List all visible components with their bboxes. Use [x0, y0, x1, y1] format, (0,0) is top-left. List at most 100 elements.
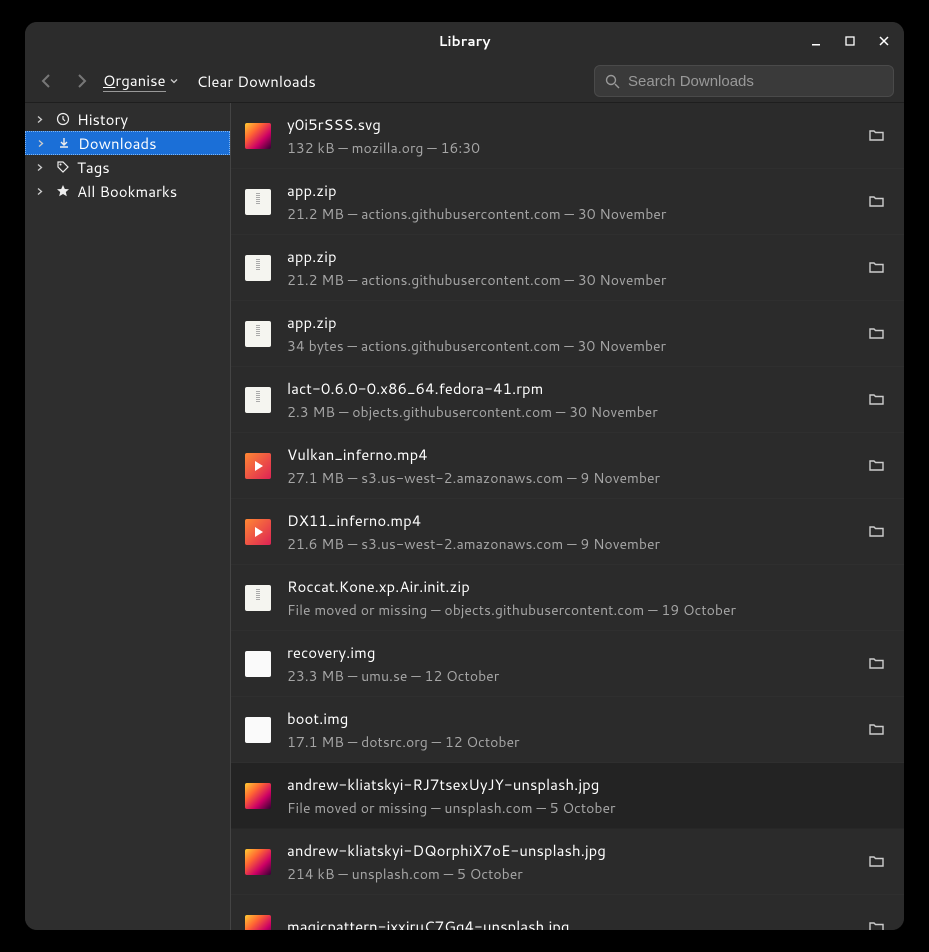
download-meta: recovery.img 23.3 MB — umu.se — 12 Octobe…	[287, 642, 850, 686]
maximize-button[interactable]	[840, 31, 860, 51]
download-meta: app.zip 21.2 MB — actions.githubuserconte…	[287, 180, 850, 224]
open-folder-button[interactable]	[866, 324, 886, 344]
download-subtext: 21.2 MB — actions.githubusercontent.com …	[287, 204, 850, 224]
download-row[interactable]: boot.img 17.1 MB — dotsrc.org — 12 Octobe…	[231, 697, 904, 763]
sidebar-item-label: Downloads	[78, 133, 157, 154]
download-filename: app.zip	[287, 312, 850, 333]
open-folder-button[interactable]	[866, 720, 886, 740]
download-subtext: 23.3 MB — umu.se — 12 October	[287, 666, 850, 686]
download-subtext: 214 kB — unsplash.com — 5 October	[287, 864, 850, 884]
download-subtext: 21.2 MB — actions.githubusercontent.com …	[287, 270, 850, 290]
clear-downloads-button[interactable]: Clear Downloads	[197, 71, 316, 92]
open-folder-button[interactable]	[866, 390, 886, 410]
download-meta: DX11_inferno.mp421.6 MB — s3.us-west-2.a…	[287, 510, 850, 554]
organise-label: Organise	[103, 70, 166, 92]
download-subtext: 17.1 MB — dotsrc.org — 12 October	[287, 732, 850, 752]
minimize-button[interactable]	[806, 31, 826, 51]
close-button[interactable]	[874, 31, 894, 51]
titlebar: Library	[25, 22, 904, 60]
download-subtext: File moved or missing — objects.githubus…	[287, 600, 850, 620]
download-subtext: 132 kB — mozilla.org — 16:30	[287, 138, 850, 158]
download-meta: andrew-kliatskyi-DQorphiX7oE-unsplash.jp…	[287, 840, 850, 884]
open-folder-placeholder	[866, 786, 886, 806]
download-meta: app.zip 21.2 MB — actions.githubuserconte…	[287, 246, 850, 290]
download-row[interactable]: recovery.img 23.3 MB — umu.se — 12 Octobe…	[231, 631, 904, 697]
open-folder-button[interactable]	[866, 192, 886, 212]
file-thumbnail	[245, 321, 271, 347]
open-folder-button[interactable]	[866, 918, 886, 931]
download-row[interactable]: y0i5rSSS.svg 132 kB — mozilla.org — 16:30	[231, 103, 904, 169]
download-filename: boot.img	[287, 708, 850, 729]
chevron-right-icon[interactable]	[35, 187, 44, 196]
file-thumbnail	[245, 255, 271, 281]
file-thumbnail	[245, 123, 271, 149]
download-subtext: 21.6 MB — s3.us-west-2.amazonaws.com — 9…	[287, 534, 850, 554]
tag-icon	[55, 160, 71, 174]
chevron-right-icon[interactable]	[35, 115, 44, 124]
file-thumbnail	[245, 915, 271, 931]
open-folder-button[interactable]	[866, 852, 886, 872]
download-filename: y0i5rSSS.svg	[287, 114, 850, 135]
download-row[interactable]: magicpattern-ixxjruC7Gg4-unsplash.jpg	[231, 895, 904, 930]
download-meta: Vulkan_inferno.mp4 27.1 MB — s3.us-west-2…	[287, 444, 850, 488]
search-icon	[605, 74, 620, 89]
sidebar-item-history[interactable]: History	[25, 107, 230, 131]
open-folder-button[interactable]	[866, 126, 886, 146]
download-filename: app.zip	[287, 180, 850, 201]
downloads-list[interactable]: y0i5rSSS.svg 132 kB — mozilla.org — 16:30…	[231, 103, 904, 930]
download-meta: magicpattern-ixxjruC7Gg4-unsplash.jpg	[287, 916, 850, 931]
organise-menu[interactable]: Organise	[103, 70, 179, 92]
download-filename: andrew-kliatskyi-RJ7tsexUyJY-unsplash.jp…	[287, 774, 850, 795]
back-button[interactable]	[35, 69, 59, 93]
star-icon	[55, 184, 71, 198]
file-thumbnail	[245, 453, 271, 479]
download-subtext: 2.3 MB — objects.githubusercontent.com —…	[287, 402, 850, 422]
body: HistoryDownloads Tags All Bookmarks y0i5rS…	[25, 102, 904, 930]
chevron-right-icon[interactable]	[35, 163, 44, 172]
library-window: Library Organise Clear Downloads	[25, 22, 904, 930]
open-folder-button[interactable]	[866, 258, 886, 278]
sidebar: HistoryDownloads Tags All Bookmarks	[25, 103, 231, 930]
download-meta: boot.img 17.1 MB — dotsrc.org — 12 Octobe…	[287, 708, 850, 752]
chevron-right-icon[interactable]	[36, 139, 45, 148]
download-meta: app.zip 34 bytes — actions.githubusercont…	[287, 312, 850, 356]
window-controls	[806, 31, 894, 51]
chevron-down-icon	[169, 76, 179, 86]
open-folder-button[interactable]	[866, 456, 886, 476]
search-box[interactable]	[594, 65, 894, 97]
download-row[interactable]: app.zip 34 bytes — actions.githubusercont…	[231, 301, 904, 367]
sidebar-item-downloads[interactable]: Downloads	[25, 131, 230, 155]
download-row[interactable]: DX11_inferno.mp421.6 MB — s3.us-west-2.a…	[231, 499, 904, 565]
download-subtext: 27.1 MB — s3.us-west-2.amazonaws.com — 9…	[287, 468, 850, 488]
forward-button[interactable]	[69, 69, 93, 93]
open-folder-button[interactable]	[866, 522, 886, 542]
download-filename: Vulkan_inferno.mp4	[287, 444, 850, 465]
download-row[interactable]: app.zip 21.2 MB — actions.githubuserconte…	[231, 169, 904, 235]
toolbar: Organise Clear Downloads	[25, 60, 904, 102]
download-row[interactable]: andrew-kliatskyi-DQorphiX7oE-unsplash.jp…	[231, 829, 904, 895]
sidebar-item-label: Tags	[77, 157, 110, 178]
download-filename: recovery.img	[287, 642, 850, 663]
sidebar-item-label: All Bookmarks	[77, 181, 177, 202]
file-thumbnail	[245, 651, 271, 677]
file-thumbnail	[245, 519, 271, 545]
file-thumbnail	[245, 783, 271, 809]
download-row[interactable]: Vulkan_inferno.mp4 27.1 MB — s3.us-west-2…	[231, 433, 904, 499]
search-input[interactable]	[628, 73, 883, 90]
download-subtext: 34 bytes — actions.githubusercontent.com…	[287, 336, 850, 356]
download-filename: app.zip	[287, 246, 850, 267]
download-subtext: File moved or missing — unsplash.com — 5…	[287, 798, 850, 818]
download-filename: lact-0.6.0-0.x86_64.fedora-41.rpm	[287, 378, 850, 399]
file-thumbnail	[245, 849, 271, 875]
download-meta: y0i5rSSS.svg 132 kB — mozilla.org — 16:30	[287, 114, 850, 158]
download-filename: andrew-kliatskyi-DQorphiX7oE-unsplash.jp…	[287, 840, 850, 861]
file-thumbnail	[245, 717, 271, 743]
sidebar-item-allbookmarks[interactable]: All Bookmarks	[25, 179, 230, 203]
download-row[interactable]: lact-0.6.0-0.x86_64.fedora-41.rpm 2.3 MB …	[231, 367, 904, 433]
sidebar-item-tags[interactable]: Tags	[25, 155, 230, 179]
open-folder-button[interactable]	[866, 654, 886, 674]
download-row[interactable]: app.zip 21.2 MB — actions.githubuserconte…	[231, 235, 904, 301]
download-row[interactable]: Roccat.Kone.xp.Air.init.zipFile moved or…	[231, 565, 904, 631]
download-filename: magicpattern-ixxjruC7Gg4-unsplash.jpg	[287, 916, 850, 931]
download-row[interactable]: andrew-kliatskyi-RJ7tsexUyJY-unsplash.jp…	[231, 763, 904, 829]
